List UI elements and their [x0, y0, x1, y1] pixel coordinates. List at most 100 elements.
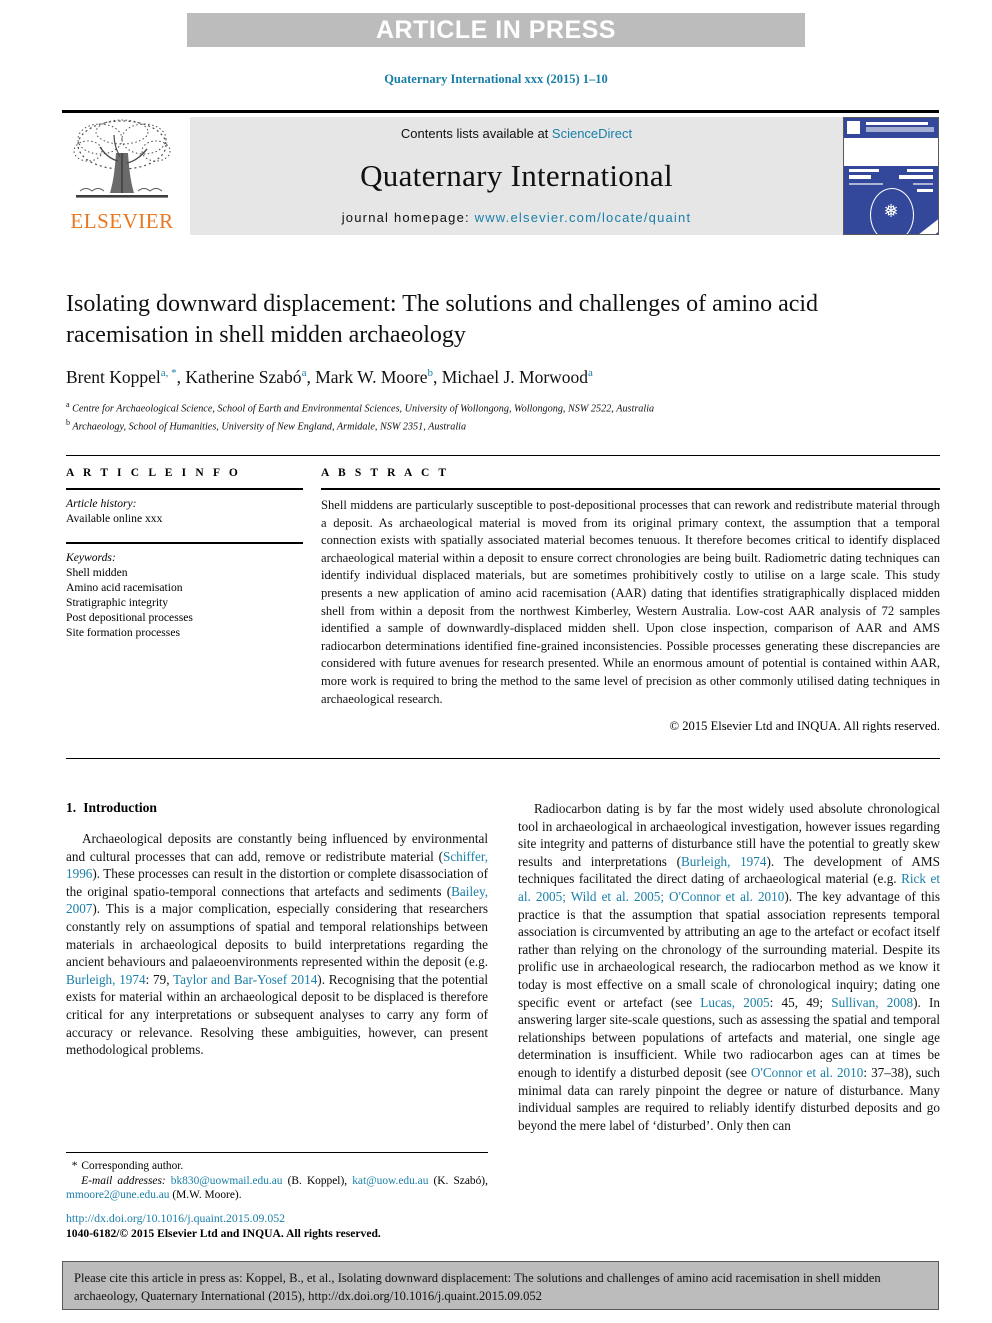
journal-reference-line: Quaternary International xxx (2015) 1–10 — [384, 72, 608, 86]
citation-link[interactable]: O'Connor et al. 2010 — [751, 1065, 863, 1080]
cover-text-right-1 — [907, 169, 933, 172]
cover-text-left-2 — [849, 175, 871, 179]
author-name: Michael J. Morwood — [441, 367, 589, 387]
cover-body: ❅ — [844, 166, 938, 234]
cover-text-right-3 — [913, 183, 933, 185]
email-link[interactable]: bk830@uowmail.edu.au — [171, 1175, 283, 1187]
author-name: Brent Koppel — [66, 367, 161, 387]
journal-masthead: ELSEVIER Contents lists available at Sci… — [62, 110, 939, 238]
section-title-text: Introduction — [83, 800, 157, 815]
sciencedirect-link[interactable]: ScienceDirect — [552, 126, 632, 141]
keyword-item: Shell midden — [66, 566, 128, 579]
issn-copyright-line: 1040-6182/© 2015 Elsevier Ltd and INQUA.… — [66, 1227, 381, 1240]
abstract-copyright: © 2015 Elsevier Ltd and INQUA. All right… — [669, 719, 940, 734]
title-block: Isolating downward displacement: The sol… — [66, 289, 896, 434]
abstract-heading: A B S T R A C T — [321, 467, 450, 479]
elsevier-logo: ELSEVIER — [62, 117, 182, 235]
contents-prefix: Contents lists available at — [400, 126, 552, 141]
cover-header-line-2 — [866, 127, 934, 132]
article-info-heading: A R T I C L E I N F O — [66, 467, 241, 479]
affiliation-item: b Archaeology, School of Humanities, Uni… — [66, 416, 896, 434]
affiliation-mark: a — [66, 400, 70, 409]
body-column-right: Radiocarbon dating is by far the most wi… — [518, 800, 940, 1134]
email-link[interactable]: kat@uow.edu.au — [352, 1175, 428, 1187]
article-history-block: Article history: Available online xxx — [66, 490, 303, 526]
keywords-block: Keywords: Shell midden Amino acid racemi… — [66, 542, 303, 640]
article-history-value: Available online xxx — [66, 512, 163, 525]
info-abstract-region: A R T I C L E I N F O Article history: A… — [66, 455, 940, 734]
elsevier-tree-icon — [70, 117, 174, 209]
doi-link[interactable]: http://dx.doi.org/10.1016/j.quaint.2015.… — [66, 1210, 496, 1226]
email-owner: (B. Koppel) — [287, 1174, 345, 1187]
citation-link[interactable]: Burleigh, 1974 — [66, 972, 146, 987]
cover-text-left-1 — [849, 169, 879, 172]
section-heading-introduction: 1. Introduction — [66, 800, 488, 816]
cover-header-line-1 — [866, 122, 928, 125]
journal-homepage-link[interactable]: www.elsevier.com/locate/quaint — [475, 210, 692, 225]
article-info-column: A R T I C L E I N F O Article history: A… — [66, 456, 321, 734]
cover-white-band — [844, 138, 938, 166]
citation-link[interactable]: Rick et al. 2005; Wild et al. 2005; O'Co… — [518, 871, 940, 904]
citation-link[interactable]: Bailey, 2007 — [66, 884, 488, 917]
author-affiliation-mark: a — [588, 367, 593, 380]
section-number: 1. — [66, 800, 77, 815]
contents-lists-line: Contents lists available at ScienceDirec… — [401, 126, 632, 141]
citation-link[interactable]: Sullivan, 2008 — [831, 995, 913, 1010]
doi-footer: http://dx.doi.org/10.1016/j.quaint.2015.… — [66, 1210, 496, 1242]
abstract-column: A B S T R A C T Shell middens are partic… — [321, 456, 940, 734]
affiliation-text: Archaeology, School of Humanities, Unive… — [72, 421, 467, 433]
email-owner: (M.W. Moore) — [172, 1189, 239, 1202]
author-separator: , — [432, 367, 442, 387]
cover-header-band — [844, 118, 938, 138]
author-name: Mark W. Moore — [315, 367, 428, 387]
citation-link[interactable]: Burleigh, 1974 — [681, 854, 766, 869]
keyword-item: Stratigraphic integrity — [66, 596, 169, 609]
keyword-item: Amino acid racemisation — [66, 581, 183, 594]
paragraph: Archaeological deposits are constantly b… — [66, 831, 488, 1058]
citation-link[interactable]: Schiffer, 1996 — [66, 849, 488, 882]
affiliation-text: Centre for Archaeological Science, Schoo… — [72, 403, 655, 415]
keyword-item: Post depositional processes — [66, 611, 193, 624]
page-title: Isolating downward displacement: The sol… — [66, 291, 819, 348]
please-cite-box: Please cite this article in press as: Ko… — [62, 1261, 939, 1310]
corresponding-author-label: Corresponding author. — [81, 1160, 184, 1172]
affiliation-mark: b — [66, 417, 70, 427]
citation-link[interactable]: Taylor and Bar-Yosef 2014 — [173, 972, 317, 987]
keywords-label: Keywords: — [66, 551, 116, 564]
journal-cover-thumbnail: ❅ — [843, 117, 939, 235]
paragraph: Radiocarbon dating is by far the most wi… — [518, 801, 940, 1133]
elsevier-wordmark: ELSEVIER — [70, 209, 174, 233]
corresponding-author-footnote: * Corresponding author. E-mail addresses:… — [66, 1152, 488, 1203]
keyword-item: Site formation processes — [66, 626, 180, 639]
article-history-label: Article history: — [66, 497, 137, 510]
cover-text-right-4 — [917, 189, 933, 192]
body-column-left: 1. Introduction Archaeological deposits a… — [66, 800, 488, 1134]
body-columns: 1. Introduction Archaeological deposits a… — [66, 800, 940, 1134]
affiliation-list: a Centre for Archaeological Science, Sch… — [66, 398, 896, 434]
cover-text-left-3 — [849, 183, 883, 185]
homepage-label: journal homepage: — [341, 210, 475, 225]
author-affiliation-mark: a, * — [160, 367, 177, 380]
asterisk-icon: * — [71, 1160, 78, 1172]
article-in-press-label: ARTICLE IN PRESS — [376, 15, 616, 44]
email-addresses-label: E-mail addresses: — [81, 1174, 166, 1187]
snowflake-icon: ❅ — [883, 201, 899, 221]
corresponding-author-line: * Corresponding author. — [66, 1159, 488, 1174]
article-in-press-banner: ARTICLE IN PRESS — [187, 13, 805, 47]
masthead-center-panel: Contents lists available at ScienceDirec… — [190, 117, 843, 235]
citation-link[interactable]: Lucas, 2005 — [700, 995, 769, 1010]
journal-title: Quaternary International — [360, 157, 673, 193]
cover-publisher-mark — [847, 121, 860, 134]
cover-text-right-2 — [899, 175, 933, 179]
author-separator: , — [306, 367, 316, 387]
email-owner: (K. Szabó) — [433, 1174, 486, 1187]
email-link[interactable]: mmoore2@une.edu.au — [66, 1189, 169, 1201]
abstract-bottom-rule — [66, 758, 940, 759]
journal-homepage-line: journal homepage: www.elsevier.com/locat… — [342, 210, 692, 225]
author-name: Katherine Szabó — [185, 367, 302, 387]
email-addresses-line: E-mail addresses: bk830@uowmail.edu.au (… — [66, 1174, 488, 1202]
author-list: Brent Koppela, *, Katherine Szabó a, Mark… — [66, 367, 896, 388]
abstract-text: Shell middens are particularly susceptib… — [321, 498, 940, 706]
please-cite-text: Please cite this article in press as: Ko… — [74, 1271, 881, 1303]
affiliation-item: a Centre for Archaeological Science, Sch… — [66, 398, 896, 416]
